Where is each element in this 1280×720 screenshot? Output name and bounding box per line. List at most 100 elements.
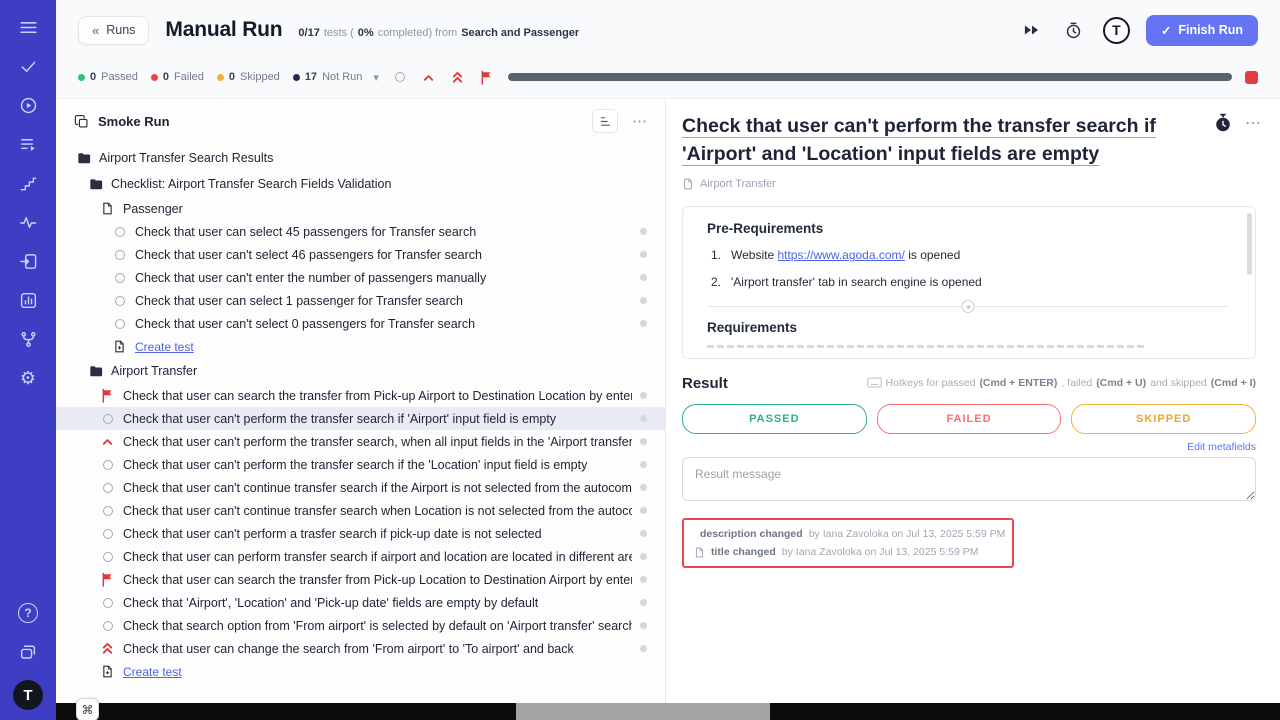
drag-handle[interactable] — [640, 392, 647, 399]
drag-handle[interactable] — [640, 645, 647, 652]
test-title[interactable]: Check that user can't perform the transf… — [682, 113, 1256, 168]
legend-failed[interactable]: 0Failed — [151, 71, 204, 83]
filter-high-priority-button[interactable] — [421, 71, 437, 84]
stopwatch-icon — [1213, 113, 1233, 133]
tree-item-label: Check that user can search the transfer … — [123, 573, 632, 587]
drag-handle[interactable] — [640, 530, 647, 537]
create-test-link[interactable]: Create test — [56, 335, 665, 358]
tree-test[interactable]: Check that user can't perform a trasfer … — [56, 522, 665, 545]
skipped-button[interactable]: SKIPPED — [1071, 404, 1256, 434]
tree-test[interactable]: Check that user can perform transfer sea… — [56, 545, 665, 568]
tree-more-button[interactable]: ⋯ — [627, 109, 653, 133]
drag-handle[interactable] — [640, 507, 647, 514]
sidebar-item-help[interactable]: ? — [13, 598, 43, 628]
edit-metafields-link[interactable]: Edit metafields — [1187, 441, 1256, 453]
sidebar-item-projects[interactable] — [13, 637, 43, 667]
detail-more-button[interactable]: ⋯ — [1245, 113, 1262, 133]
drag-handle[interactable] — [640, 622, 647, 629]
chevron-up-icon — [100, 435, 115, 448]
back-label: Runs — [106, 23, 135, 37]
hotkey-passed: (Cmd + ENTER) — [979, 377, 1057, 389]
drag-handle[interactable] — [640, 461, 647, 468]
sidebar-item-import[interactable] — [13, 246, 43, 276]
runs-list-icon — [19, 135, 38, 154]
tree-test[interactable]: Check that user can search the transfer … — [56, 568, 665, 591]
card-scrollbar-thumb[interactable] — [1247, 213, 1252, 275]
sidebar-item-run[interactable] — [13, 90, 43, 120]
keyboard-shortcuts-button[interactable]: ⌘ — [76, 698, 99, 720]
menu-button[interactable] — [13, 12, 43, 42]
sidebar-item-analytics[interactable] — [13, 285, 43, 315]
sidebar-item-milestones[interactable] — [13, 168, 43, 198]
user-avatar[interactable]: T — [1103, 17, 1130, 44]
group-view-button[interactable] — [592, 109, 618, 133]
sidebar-item-branches[interactable] — [13, 324, 43, 354]
drag-handle[interactable] — [640, 274, 647, 281]
create-test-link[interactable]: Create test — [56, 660, 665, 683]
tree-test[interactable]: Check that user can't perform the transf… — [56, 453, 665, 476]
sidebar-item-tests[interactable] — [13, 51, 43, 81]
drag-handle[interactable] — [640, 320, 647, 327]
drag-handle[interactable] — [640, 228, 647, 235]
test-suite-tag[interactable]: Airport Transfer — [682, 178, 1256, 190]
workspace-avatar[interactable]: T — [13, 680, 43, 710]
filter-not-run-button[interactable] — [392, 72, 408, 82]
test-detail-panel: ⋯ Check that user can't perform the tran… — [666, 99, 1280, 703]
tree-doc[interactable]: Passenger — [56, 197, 665, 220]
drag-handle[interactable] — [640, 576, 647, 583]
tree-test[interactable]: Check that user can't continue transfer … — [56, 476, 665, 499]
folder-icon — [76, 151, 91, 165]
passed-button[interactable]: PASSED — [682, 404, 867, 434]
tree-header: Smoke Run ⋯ — [56, 99, 665, 143]
tree-test[interactable]: Check that user can't continue transfer … — [56, 499, 665, 522]
filter-flagged-button[interactable] — [479, 70, 495, 85]
changelog-entry: title changed by Iana Zavoloka on Jul 13… — [694, 546, 1002, 558]
tree-test[interactable]: Check that user can search the transfer … — [56, 384, 665, 407]
tree-test[interactable]: Check that user can't enter the number o… — [56, 266, 665, 289]
drag-handle[interactable] — [640, 415, 647, 422]
tree-test[interactable]: Check that user can't perform the transf… — [56, 407, 665, 430]
tree-item-label: Create test — [123, 665, 182, 679]
tree-test[interactable]: Check that user can't perform the transf… — [56, 430, 665, 453]
divider-handle[interactable] — [962, 300, 975, 313]
skipped-dot — [217, 74, 224, 81]
drag-handle[interactable] — [640, 484, 647, 491]
sidebar-item-runs-list[interactable] — [13, 129, 43, 159]
failed-button[interactable]: FAILED — [877, 404, 1062, 434]
tree-item-label: Check that user can perform transfer sea… — [123, 550, 632, 564]
legend-skipped[interactable]: 0Skipped — [217, 71, 280, 83]
external-link[interactable]: https://www.agoda.com/ — [777, 248, 904, 262]
tree-folder[interactable]: Airport Transfer Search Results — [56, 145, 665, 171]
sidebar-item-pulse[interactable] — [13, 207, 43, 237]
tree-test[interactable]: Check that user can change the search fr… — [56, 637, 665, 660]
import-icon — [19, 252, 38, 271]
fast-forward-button[interactable] — [1019, 17, 1045, 43]
stopwatch-button[interactable] — [1213, 113, 1233, 133]
tree-folder[interactable]: Airport Transfer — [56, 358, 665, 384]
tree-test[interactable]: Check that user can't select 46 passenge… — [56, 243, 665, 266]
drag-handle[interactable] — [640, 297, 647, 304]
sidebar-item-settings[interactable]: ⚙ — [13, 363, 43, 393]
drag-handle[interactable] — [640, 599, 647, 606]
chevron-down-icon[interactable]: ▾ — [373, 71, 379, 84]
tree-item-label: Check that 'Airport', 'Location' and 'Pi… — [123, 596, 538, 610]
passed-dot — [78, 74, 85, 81]
history-button[interactable] — [1061, 17, 1087, 43]
tree-test[interactable]: Check that user can't select 0 passenger… — [56, 312, 665, 335]
back-to-runs-button[interactable]: « Runs — [78, 16, 149, 45]
result-message-input[interactable] — [682, 457, 1256, 501]
tree-test[interactable]: Check that search option from 'From airp… — [56, 614, 665, 637]
tree-test[interactable]: Check that user can select 1 passenger f… — [56, 289, 665, 312]
filter-critical-priority-button[interactable] — [450, 70, 466, 85]
drag-handle[interactable] — [640, 553, 647, 560]
finish-run-button[interactable]: ✓ Finish Run — [1146, 15, 1258, 46]
bottom-scrollbar-thumb[interactable] — [516, 703, 770, 720]
drag-handle[interactable] — [640, 438, 647, 445]
legend-not-run[interactable]: 17Not Run — [293, 71, 363, 83]
drag-handle[interactable] — [640, 251, 647, 258]
tree-test[interactable]: Check that user can select 45 passengers… — [56, 220, 665, 243]
item-number: 1. — [707, 248, 721, 262]
tree-test[interactable]: Check that 'Airport', 'Location' and 'Pi… — [56, 591, 665, 614]
legend-passed[interactable]: 0Passed — [78, 71, 138, 83]
tree-folder[interactable]: Checklist: Airport Transfer Search Field… — [56, 171, 665, 197]
